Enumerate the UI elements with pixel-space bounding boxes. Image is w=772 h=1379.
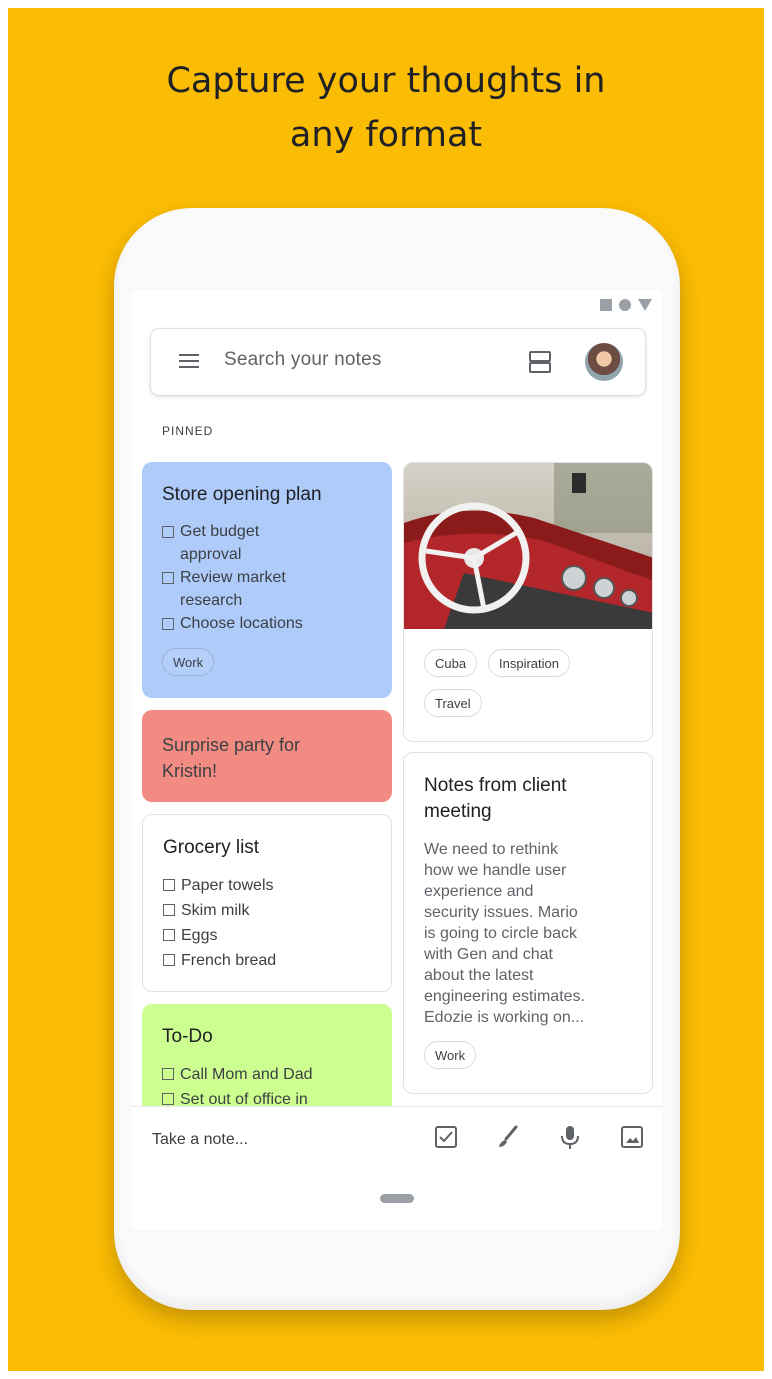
checkbox-icon[interactable]: [163, 879, 175, 891]
label-chip-travel[interactable]: Travel: [424, 689, 482, 717]
checklist: Call Mom and Dad Set out of office in: [162, 1062, 313, 1112]
image-icon[interactable]: [618, 1123, 646, 1151]
status-square-icon: [600, 299, 612, 311]
mic-icon[interactable]: [556, 1123, 584, 1151]
note-card-store-opening[interactable]: Store opening plan Get budget approval Re…: [142, 462, 392, 698]
avatar[interactable]: [585, 343, 623, 381]
take-note-input[interactable]: Take a note...: [152, 1131, 248, 1149]
phone-screen: Search your notes PINNED Store opening p…: [132, 290, 662, 1230]
note-card-client-meeting[interactable]: Notes from client meeting We need to reth…: [403, 752, 653, 1094]
note-card-grocery-list[interactable]: Grocery list Paper towels Skim milk Eggs…: [142, 814, 392, 992]
list-view-icon[interactable]: [529, 350, 551, 373]
headline-line-2: any format: [289, 115, 483, 155]
brush-icon[interactable]: [494, 1123, 522, 1151]
checklist-item[interactable]: Choose locations: [162, 612, 303, 635]
checkbox-icon[interactable]: [162, 526, 174, 538]
label-chip-work[interactable]: Work: [424, 1041, 477, 1069]
note-card-photo[interactable]: Cuba Inspiration Travel: [403, 462, 653, 742]
status-triangle-icon: [638, 299, 652, 311]
checklist-item[interactable]: French bread: [163, 948, 276, 973]
note-title: To-Do: [162, 1026, 213, 1047]
checklist-item[interactable]: Review market research: [162, 566, 303, 612]
checklist-item[interactable]: Paper towels: [163, 873, 276, 898]
status-bar: [600, 298, 652, 312]
status-circle-icon: [619, 299, 631, 311]
checkbox-icon[interactable]: [162, 1093, 174, 1105]
car-photo: [404, 463, 652, 629]
note-body: We need to rethink how we handle user ex…: [424, 841, 585, 1026]
checklist: Get budget approval Review market research…: [162, 520, 303, 635]
note-title: Store opening plan: [162, 484, 322, 505]
promo-headline: Capture your thoughts in any format: [0, 54, 772, 162]
section-label-pinned: PINNED: [162, 424, 214, 438]
checklist-item[interactable]: Eggs: [163, 923, 276, 948]
headline-line-1: Capture your thoughts in: [166, 61, 606, 101]
note-title: Notes from client meeting: [424, 775, 567, 822]
checklist-item[interactable]: Skim milk: [163, 898, 276, 923]
search-bar[interactable]: Search your notes: [150, 328, 646, 396]
checkbox-icon[interactable]: [163, 954, 175, 966]
note-card-surprise-party[interactable]: Surprise party for Kristin!: [142, 710, 392, 802]
label-chip-cuba[interactable]: Cuba: [424, 649, 478, 677]
label-chip-inspiration[interactable]: Inspiration: [488, 649, 570, 677]
checkbox-icon[interactable]: [163, 904, 175, 916]
note-title: Grocery list: [163, 837, 260, 858]
menu-icon[interactable]: [179, 354, 199, 368]
home-indicator[interactable]: [380, 1194, 414, 1203]
checkbox-icon[interactable]: [162, 1068, 174, 1080]
search-input[interactable]: Search your notes: [224, 349, 382, 371]
label-chip-work[interactable]: Work: [162, 648, 215, 676]
checkbox-icon[interactable]: [162, 572, 174, 584]
checkbox-icon[interactable]: [432, 1123, 460, 1151]
checkbox-icon[interactable]: [163, 929, 175, 941]
checklist-item[interactable]: Get budget approval: [162, 520, 303, 566]
checklist-item[interactable]: Call Mom and Dad: [162, 1062, 313, 1087]
checkbox-icon[interactable]: [162, 618, 174, 630]
note-text: Surprise party for Kristin!: [162, 735, 301, 781]
checklist: Paper towels Skim milk Eggs French bread: [163, 873, 276, 973]
bottom-note-bar: Take a note...: [132, 1106, 662, 1230]
